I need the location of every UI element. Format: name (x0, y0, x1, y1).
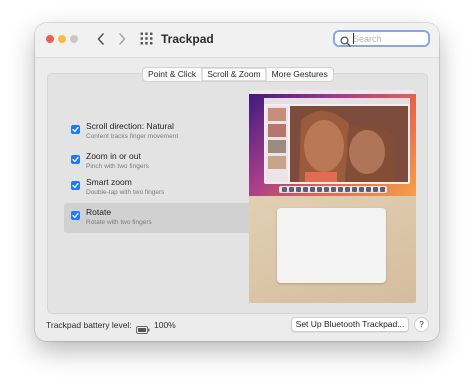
option-description: Content tracks finger movement (86, 133, 179, 140)
text-cursor (353, 33, 354, 44)
option-rotate[interactable]: Rotate Rotate with two fingers (64, 203, 255, 233)
search-icon (340, 34, 352, 47)
rotate-checkbox[interactable] (71, 211, 80, 220)
option-label: Smart zoom (86, 177, 132, 187)
trackpad-preferences-window: Trackpad Point & Click Scroll & Zoom Mor… (35, 23, 439, 341)
option-description: Pinch with two fingers (86, 163, 149, 170)
option-label: Zoom in or out (86, 151, 141, 161)
zoom-button[interactable] (70, 35, 78, 43)
option-smart-zoom[interactable]: Smart zoom Double-tap with two fingers (64, 173, 255, 203)
search-input[interactable] (353, 32, 423, 45)
battery-level-label: Trackpad battery level: (46, 320, 132, 330)
help-button[interactable]: ? (414, 317, 429, 332)
window-title: Trackpad (161, 32, 214, 46)
tab-scroll-and-zoom[interactable]: Scroll & Zoom (201, 68, 266, 81)
option-label: Scroll direction: Natural (86, 121, 174, 131)
option-label: Rotate (86, 207, 112, 217)
preview-desk (249, 196, 416, 303)
grid-icon[interactable] (140, 32, 153, 45)
battery-level-value: 100% (154, 320, 176, 330)
tab-more-gestures[interactable]: More Gestures (265, 68, 333, 81)
chevron-left-icon[interactable] (94, 31, 108, 47)
battery-icon (136, 321, 150, 334)
smart-zoom-checkbox[interactable] (71, 181, 80, 190)
preview-screen (249, 90, 416, 196)
title-bar: Trackpad (35, 23, 439, 58)
search-field[interactable] (333, 30, 430, 47)
option-scroll-direction[interactable]: Scroll direction: Natural Content tracks… (64, 117, 255, 147)
setup-bluetooth-trackpad-button[interactable]: Set Up Bluetooth Trackpad... (291, 317, 409, 332)
minimize-button[interactable] (58, 35, 66, 43)
trackpad-device-image (277, 208, 386, 283)
close-button[interactable] (46, 35, 54, 43)
scroll-direction-checkbox[interactable] (71, 125, 80, 134)
gesture-preview (249, 90, 416, 303)
chevron-right-icon[interactable] (115, 31, 129, 47)
tab-bar: Point & Click Scroll & Zoom More Gesture… (142, 67, 334, 82)
option-description: Rotate with two fingers (86, 219, 152, 226)
zoom-checkbox[interactable] (71, 155, 80, 164)
tab-point-and-click[interactable]: Point & Click (143, 68, 201, 81)
option-description: Double-tap with two fingers (86, 189, 165, 196)
